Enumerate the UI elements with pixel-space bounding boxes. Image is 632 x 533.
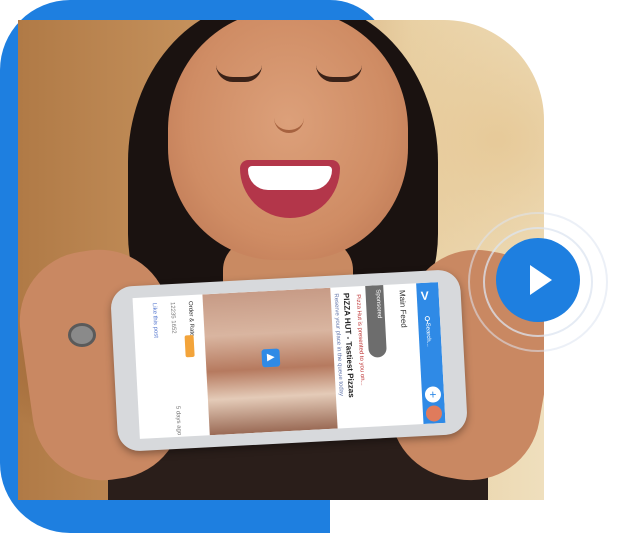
phone-screen: V ⚲ + Search... Main Feed Sponsored Pizz…: [132, 282, 446, 439]
presenter-line: Pizza Hut is presented to you on...: [354, 294, 366, 386]
post-stats: 12235 1652: [168, 301, 177, 334]
play-icon: [530, 265, 552, 295]
ring: [68, 323, 96, 347]
feed-title: Main Feed: [397, 289, 409, 328]
teeth: [248, 166, 332, 190]
avatar[interactable]: [425, 405, 443, 422]
post-video[interactable]: ▶: [202, 287, 338, 436]
app-logo-icon: V: [420, 288, 430, 304]
video-play-icon[interactable]: ▶: [261, 348, 281, 368]
smartphone: V ⚲ + Search... Main Feed Sponsored Pizz…: [109, 268, 469, 453]
plus-icon[interactable]: +: [424, 386, 442, 403]
hero-photo: V ⚲ + Search... Main Feed Sponsored Pizz…: [18, 20, 544, 500]
smiling-face: [168, 20, 408, 260]
left-eye: [216, 65, 262, 82]
post-title: PIZZA HUT - Tastiest Pizzas: [341, 292, 357, 398]
play-button[interactable]: [496, 238, 580, 322]
post-age: 5 days ago: [174, 405, 182, 436]
like-link[interactable]: Like this post: [151, 303, 159, 338]
nose: [274, 90, 304, 133]
search-input[interactable]: Search...: [424, 323, 431, 347]
order-button[interactable]: Order & Rate: [187, 301, 195, 337]
app-top-bar: V ⚲ +: [416, 282, 446, 425]
order-badge[interactable]: [184, 334, 195, 358]
right-eye: [316, 65, 362, 82]
smiling-mouth: [240, 160, 340, 218]
